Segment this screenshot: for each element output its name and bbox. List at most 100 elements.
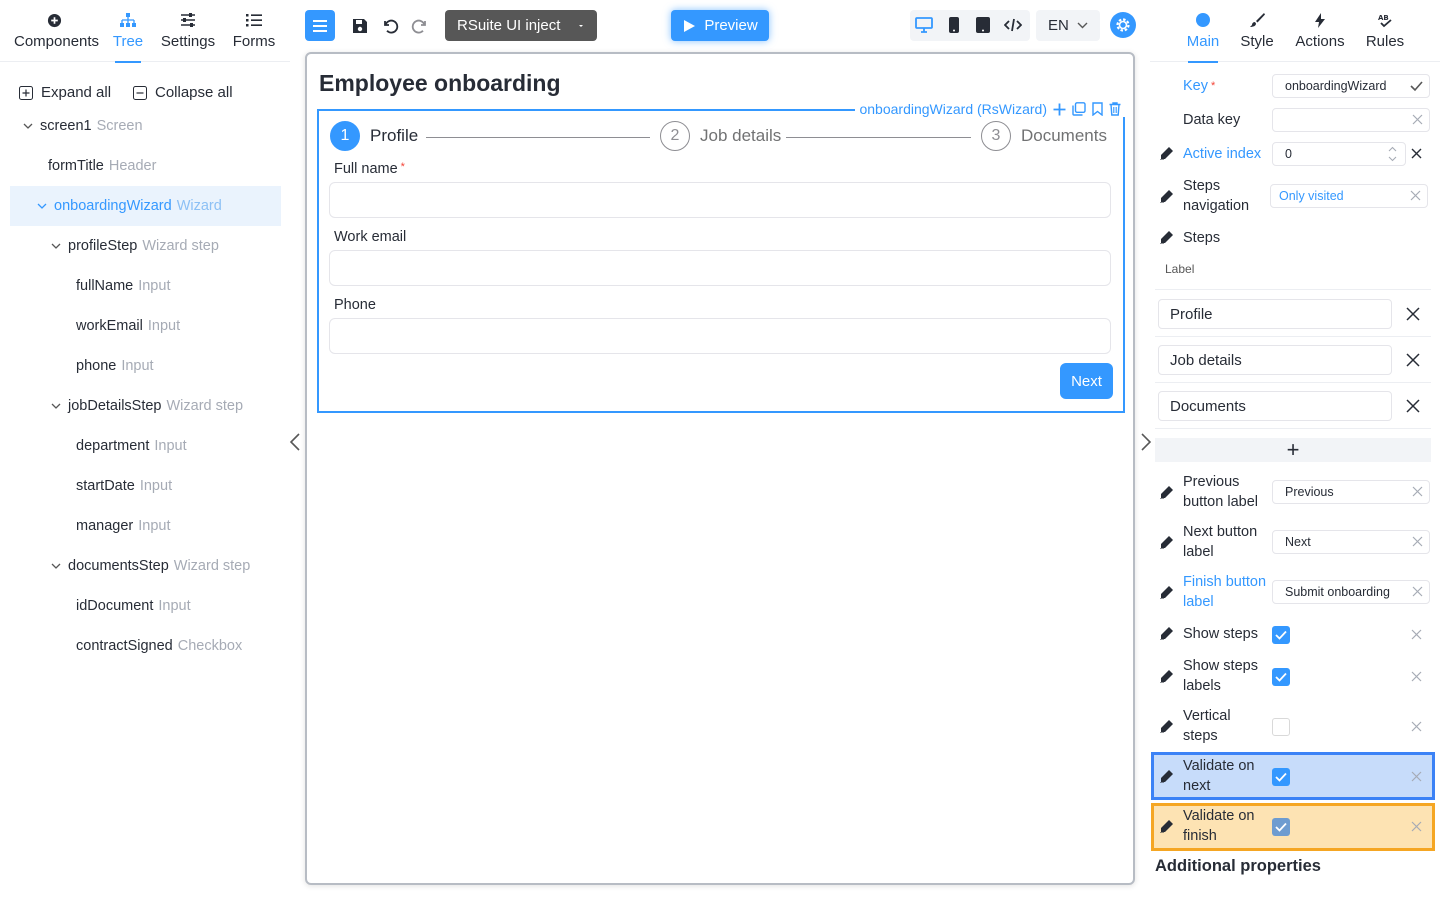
tablet-icon[interactable] bbox=[976, 17, 990, 33]
trash-icon[interactable] bbox=[1109, 102, 1121, 116]
pencil-icon[interactable] bbox=[1160, 820, 1174, 834]
tree-node-name: onboardingWizard bbox=[54, 198, 172, 214]
tab-components-label: Components bbox=[14, 33, 100, 50]
pencil-icon[interactable] bbox=[1160, 770, 1174, 784]
pencil-icon[interactable] bbox=[1160, 190, 1174, 204]
menu-button[interactable] bbox=[305, 10, 335, 41]
pencil-icon[interactable] bbox=[1160, 231, 1174, 245]
pencil-icon[interactable] bbox=[1160, 486, 1174, 500]
tree-node-formTitle[interactable]: formTitle Header bbox=[0, 146, 290, 186]
clear-icon[interactable] bbox=[1412, 114, 1423, 125]
chevron-down-icon[interactable] bbox=[48, 238, 64, 254]
add-step-button[interactable]: + bbox=[1155, 437, 1431, 462]
full-name-input[interactable] bbox=[329, 182, 1111, 218]
stepper-arrows-icon[interactable] bbox=[1388, 146, 1397, 162]
form-title[interactable]: Employee onboarding bbox=[319, 70, 561, 97]
clear-icon[interactable] bbox=[1411, 148, 1422, 159]
step-label-input[interactable]: Documents bbox=[1158, 391, 1392, 421]
clear-icon[interactable] bbox=[1412, 486, 1423, 497]
vertical-steps-checkbox[interactable] bbox=[1272, 718, 1290, 736]
wizard-component[interactable]: onboardingWizard (RsWizard) 1 Profile 2 … bbox=[317, 101, 1125, 413]
clear-icon[interactable] bbox=[1411, 821, 1422, 832]
work-email-input[interactable] bbox=[329, 250, 1111, 286]
wizard-step-1[interactable]: 1 Profile bbox=[330, 121, 418, 151]
previous-button-input[interactable]: Previous bbox=[1272, 480, 1430, 504]
data-key-input[interactable] bbox=[1272, 108, 1430, 132]
remove-step-icon[interactable] bbox=[1406, 399, 1420, 413]
tab-components[interactable]: Components bbox=[14, 10, 99, 50]
pencil-icon[interactable] bbox=[1160, 670, 1174, 684]
add-icon[interactable] bbox=[1053, 103, 1066, 116]
phone-input[interactable] bbox=[329, 318, 1111, 354]
tree-node-phone[interactable]: phone Input bbox=[0, 346, 290, 386]
tree-node-department[interactable]: department Input bbox=[0, 426, 290, 466]
clear-icon[interactable] bbox=[1411, 671, 1422, 682]
language-select[interactable]: EN bbox=[1036, 10, 1100, 41]
preview-button[interactable]: Preview bbox=[671, 10, 769, 41]
tree-node-workEmail[interactable]: workEmail Input bbox=[0, 306, 290, 346]
tree-node-contractSigned[interactable]: contractSigned Checkbox bbox=[0, 626, 290, 666]
clear-icon[interactable] bbox=[1410, 190, 1421, 201]
tree-node-manager[interactable]: manager Input bbox=[0, 506, 290, 546]
tree-node-onboardingWizard[interactable]: onboardingWizard Wizard bbox=[10, 186, 281, 226]
code-icon[interactable] bbox=[1004, 17, 1022, 33]
tab-forms[interactable]: Forms bbox=[214, 10, 294, 50]
desktop-icon[interactable] bbox=[915, 17, 933, 33]
chevron-down-icon[interactable] bbox=[34, 198, 50, 214]
collapse-all-button[interactable]: Collapse all bbox=[133, 84, 233, 101]
tree-node-documentsStep[interactable]: documentsStep Wizard step bbox=[0, 546, 290, 586]
tree-node-jobDetailsStep[interactable]: jobDetailsStep Wizard step bbox=[0, 386, 290, 426]
chevron-down-icon[interactable] bbox=[20, 118, 36, 134]
prop-show-steps-labels: Show steps labels bbox=[1155, 656, 1431, 698]
steps-navigation-select[interactable]: Only visited bbox=[1270, 184, 1428, 208]
validate-on-next-checkbox[interactable] bbox=[1272, 768, 1290, 786]
clear-icon[interactable] bbox=[1412, 536, 1423, 547]
show-steps-checkbox[interactable] bbox=[1272, 626, 1290, 644]
show-steps-labels-checkbox[interactable] bbox=[1272, 668, 1290, 686]
tab-style[interactable]: Style bbox=[1225, 10, 1289, 50]
redo-button[interactable] bbox=[405, 10, 435, 41]
chevron-down-icon[interactable] bbox=[48, 558, 64, 574]
next-button-input[interactable]: Next bbox=[1272, 530, 1430, 554]
mobile-icon[interactable] bbox=[949, 17, 959, 33]
pencil-icon[interactable] bbox=[1160, 586, 1174, 600]
clear-icon[interactable] bbox=[1411, 721, 1422, 732]
bookmark-icon[interactable] bbox=[1092, 102, 1103, 116]
save-button[interactable] bbox=[345, 10, 375, 41]
tree-node-profileStep[interactable]: profileStep Wizard step bbox=[0, 226, 290, 266]
tree-node-idDocument[interactable]: idDocument Input bbox=[0, 586, 290, 626]
tree-node-screen1[interactable]: screen1 Screen bbox=[0, 106, 290, 146]
step-label-input[interactable]: Profile bbox=[1158, 299, 1392, 329]
collapse-right-panel-icon[interactable] bbox=[1140, 432, 1152, 452]
wizard-step-3[interactable]: 3 Documents bbox=[981, 121, 1107, 151]
tree-node-fullName[interactable]: fullName Input bbox=[0, 266, 290, 306]
collapse-left-panel-icon[interactable] bbox=[289, 432, 301, 452]
pencil-icon[interactable] bbox=[1160, 147, 1174, 161]
design-canvas[interactable]: Employee onboarding onboardingWizard (Rs… bbox=[305, 52, 1135, 885]
tab-actions[interactable]: Actions bbox=[1288, 10, 1352, 50]
active-index-input[interactable]: 0 bbox=[1272, 142, 1406, 166]
step-label-input[interactable]: Job details bbox=[1158, 345, 1392, 375]
tab-rules[interactable]: AB Rules bbox=[1353, 10, 1417, 51]
validate-on-finish-checkbox[interactable] bbox=[1272, 818, 1290, 836]
key-input[interactable]: onboardingWizard bbox=[1272, 74, 1430, 98]
clear-icon[interactable] bbox=[1412, 586, 1423, 597]
copy-icon[interactable] bbox=[1072, 102, 1086, 116]
wizard-step-2[interactable]: 2 Job details bbox=[660, 121, 781, 151]
pencil-icon[interactable] bbox=[1160, 720, 1174, 734]
check-icon[interactable] bbox=[1410, 80, 1423, 92]
remove-step-icon[interactable] bbox=[1406, 353, 1420, 367]
tree-node-startDate[interactable]: startDate Input bbox=[0, 466, 290, 506]
finish-button-input[interactable]: Submit onboarding bbox=[1272, 580, 1430, 604]
settings-gear-button[interactable] bbox=[1110, 12, 1136, 38]
undo-button[interactable] bbox=[375, 10, 405, 41]
pencil-icon[interactable] bbox=[1160, 536, 1174, 550]
pencil-icon[interactable] bbox=[1160, 627, 1174, 641]
rsuite-inject-dropdown[interactable]: RSuite UI inject bbox=[445, 10, 597, 41]
chevron-down-icon[interactable] bbox=[48, 398, 64, 414]
clear-icon[interactable] bbox=[1411, 771, 1422, 782]
expand-all-button[interactable]: Expand all bbox=[19, 84, 111, 101]
remove-step-icon[interactable] bbox=[1406, 307, 1420, 321]
wizard-next-button[interactable]: Next bbox=[1060, 363, 1113, 399]
clear-icon[interactable] bbox=[1411, 629, 1422, 640]
